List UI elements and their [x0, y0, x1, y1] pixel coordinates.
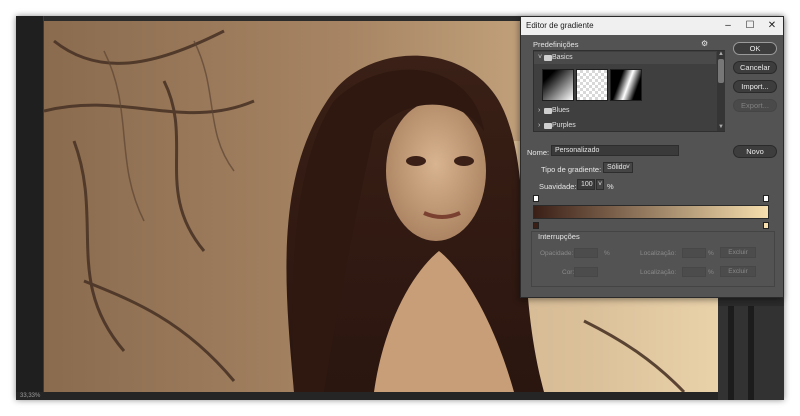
color-swatch-input — [574, 267, 598, 277]
location-unit: % — [708, 250, 714, 257]
opacity-stop-left[interactable] — [533, 195, 539, 202]
gradient-editor-dialog: Editor de gradiente – ☐ ✕ Predefinições … — [520, 16, 784, 298]
delete-color-stop-button: Excluir — [720, 266, 756, 277]
color-stop-right[interactable] — [763, 222, 769, 229]
chevron-right-icon[interactable]: › — [538, 120, 540, 132]
opacity-label: Opacidade: — [540, 250, 574, 257]
opacity-unit: % — [604, 250, 610, 257]
dialog-title: Editor de gradiente — [526, 21, 594, 30]
location-unit: % — [708, 269, 714, 276]
opacity-stop-right[interactable] — [763, 195, 769, 202]
chevron-down-icon: ˅ — [598, 181, 603, 188]
preset-group-purples[interactable]: › Purples — [534, 120, 716, 132]
preset-group-basics[interactable]: ˅ Basics — [534, 52, 716, 64]
preset-swatch-foreground-transparent[interactable] — [576, 69, 608, 101]
presets-panel: ˅ Basics › Blues › Purples ▲ ▼ — [533, 50, 725, 132]
opacity-input — [574, 248, 598, 258]
preset-swatch-foreground-background[interactable] — [542, 69, 574, 101]
scrollbar-thumb[interactable] — [718, 59, 724, 83]
stops-group: Interrupções Opacidade: % Localização: %… — [531, 231, 775, 287]
stops-label: Interrupções — [538, 232, 580, 241]
left-panel — [16, 16, 44, 400]
new-button[interactable]: Novo — [733, 145, 777, 158]
cancel-button[interactable]: Cancelar — [733, 61, 777, 74]
chevron-down-icon: ˅ — [625, 164, 630, 171]
preset-group-blues[interactable]: › Blues — [534, 105, 716, 117]
location-label: Localização: — [640, 269, 677, 276]
folder-icon — [544, 55, 552, 61]
location-label: Localização: — [640, 250, 677, 257]
preset-group-label: Purples — [552, 122, 576, 129]
export-button: Export... — [733, 99, 777, 112]
gradient-type-select[interactable]: Sólido ˅ — [603, 162, 633, 173]
scroll-up-icon[interactable]: ▲ — [717, 51, 725, 58]
import-button[interactable]: Import... — [733, 80, 777, 93]
smoothness-unit: % — [607, 182, 614, 191]
preset-swatch-black-white[interactable] — [610, 69, 642, 101]
gradient-type-value: Sólido — [607, 164, 627, 171]
scroll-down-icon[interactable]: ▼ — [717, 124, 725, 131]
location-input — [682, 248, 706, 258]
name-label: Nome: — [527, 148, 550, 157]
gear-icon[interactable]: ⚙ — [701, 39, 708, 48]
gradient-type-label: Tipo de gradiente: — [541, 165, 602, 174]
folder-icon — [544, 123, 552, 129]
preset-group-label: Blues — [552, 107, 570, 114]
panel-divider — [748, 306, 754, 400]
close-icon[interactable]: ✕ — [761, 17, 783, 35]
color-stop-left[interactable] — [533, 222, 539, 229]
smoothness-input[interactable]: 100 — [577, 179, 595, 190]
name-input[interactable]: Personalizado — [551, 145, 679, 156]
presets-scrollbar[interactable]: ▲ ▼ — [717, 51, 725, 131]
preset-group-label: Basics — [552, 54, 573, 61]
dialog-titlebar: Editor de gradiente – ☐ ✕ — [521, 17, 783, 35]
chevron-right-icon[interactable]: › — [538, 105, 540, 117]
location-input — [682, 267, 706, 277]
smoothness-dropdown[interactable]: ˅ — [596, 179, 604, 190]
smoothness-label: Suavidade: — [539, 182, 577, 191]
panel-divider — [728, 306, 734, 400]
folder-icon — [544, 108, 552, 114]
minimize-icon[interactable]: – — [717, 17, 739, 35]
status-bar: 33,33% — [16, 392, 718, 400]
gradient-bar[interactable] — [533, 205, 769, 219]
chevron-down-icon[interactable]: ˅ — [538, 52, 542, 64]
ok-button[interactable]: OK — [733, 42, 777, 55]
presets-label: Predefinições — [533, 40, 579, 49]
delete-opacity-stop-button: Excluir — [720, 247, 756, 258]
right-panel-fragment — [718, 306, 784, 400]
maximize-icon[interactable]: ☐ — [739, 17, 761, 35]
zoom-readout: 33,33% — [20, 393, 41, 399]
color-label: Cor: — [562, 269, 575, 276]
